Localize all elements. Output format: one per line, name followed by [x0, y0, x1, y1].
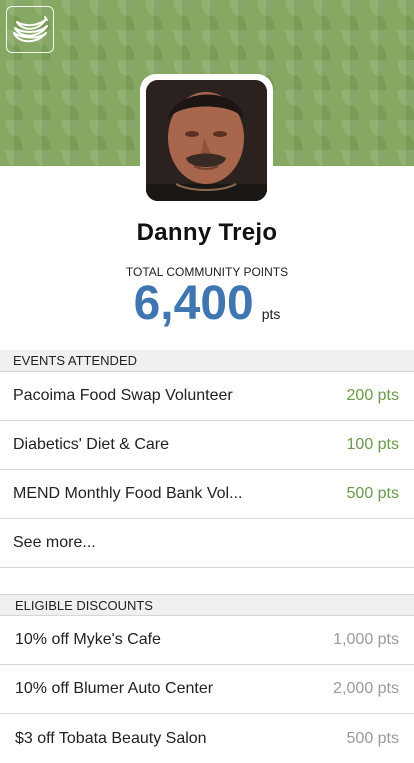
- event-row[interactable]: Diabetics' Diet & Care 100 pts: [0, 421, 414, 470]
- event-points: 500 pts: [346, 485, 399, 502]
- profile-name: Danny Trejo: [136, 219, 278, 246]
- discounts-section-header: ELIGIBLE DISCOUNTS: [0, 594, 414, 616]
- event-label: Diabetics' Diet & Care: [13, 436, 169, 453]
- discount-points: 1,000 pts: [333, 631, 399, 648]
- event-label: Pacoima Food Swap Volunteer: [13, 387, 233, 404]
- discount-points: 500 pts: [346, 729, 399, 747]
- points-value: 6,400: [133, 277, 254, 330]
- avatar[interactable]: [146, 80, 267, 201]
- discount-row[interactable]: 10% off Blumer Auto Center 2,000 pts: [0, 665, 414, 714]
- avatar-frame: [140, 74, 273, 207]
- discount-label: 10% off Myke's Cafe: [15, 631, 161, 648]
- event-points: 200 pts: [346, 387, 399, 404]
- discount-points: 2,000 pts: [333, 680, 399, 697]
- banana-icon: [13, 15, 48, 42]
- see-more-link[interactable]: See more...: [0, 519, 414, 568]
- profile-photo: [146, 80, 267, 201]
- points-display: 6,400 pts: [0, 276, 414, 330]
- event-row[interactable]: Pacoima Food Swap Volunteer 200 pts: [0, 372, 414, 421]
- points-unit: pts: [261, 306, 281, 322]
- event-points: 100 pts: [346, 436, 399, 453]
- home-button[interactable]: [6, 6, 54, 53]
- events-section-header: EVENTS ATTENDED: [0, 350, 414, 372]
- see-more-label: See more...: [13, 534, 96, 551]
- discount-row[interactable]: 10% off Myke's Cafe 1,000 pts: [0, 616, 414, 665]
- discount-label: $3 off Tobata Beauty Salon: [15, 729, 207, 747]
- event-label: MEND Monthly Food Bank Vol...: [13, 485, 243, 502]
- discount-row[interactable]: $3 off Tobata Beauty Salon 500 pts: [0, 714, 414, 763]
- discount-label: 10% off Blumer Auto Center: [15, 680, 214, 697]
- event-row[interactable]: MEND Monthly Food Bank Vol... 500 pts: [0, 470, 414, 519]
